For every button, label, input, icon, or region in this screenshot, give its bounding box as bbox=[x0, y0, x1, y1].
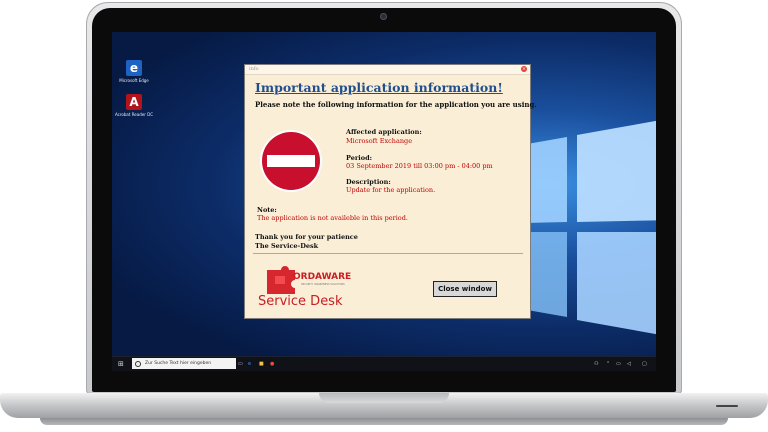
acrobat-icon: A bbox=[126, 94, 142, 110]
task-view-icon[interactable]: ▭ bbox=[238, 359, 243, 369]
period-value: 03 September 2019 till 03:00 pm - 04:00 … bbox=[346, 162, 493, 170]
notification-icon[interactable]: ▢ bbox=[642, 359, 647, 369]
thanks-text: Thank you for your patience The Service-… bbox=[255, 233, 358, 251]
cortana-icon bbox=[135, 360, 141, 367]
people-icon[interactable]: ⚇ bbox=[594, 359, 598, 369]
laptop-slot bbox=[716, 405, 738, 407]
volume-icon[interactable]: ◁ bbox=[627, 359, 631, 369]
edge-icon: e bbox=[126, 60, 142, 76]
close-icon[interactable]: × bbox=[521, 66, 527, 72]
laptop-notch bbox=[319, 393, 449, 403]
desktop-icon-edge[interactable]: e Microsoft Edge bbox=[114, 60, 154, 83]
description-label: Description: bbox=[346, 178, 391, 186]
logo-text: ORDAWARE bbox=[293, 272, 352, 282]
thanks-line-2: The Service-Desk bbox=[255, 242, 319, 250]
affected-label: Affected application: bbox=[346, 128, 422, 136]
thanks-line-1: Thank you for your patience bbox=[255, 233, 358, 241]
description-value: Update for the application. bbox=[346, 186, 436, 194]
service-desk-label: Service Desk bbox=[258, 294, 343, 309]
dialog-window-title: info bbox=[249, 66, 259, 72]
info-dialog: info × Important application information… bbox=[244, 64, 537, 319]
note-text: The application is not availeble in this… bbox=[257, 214, 408, 222]
desktop-icon-acrobat[interactable]: A Acrobat Reader DC bbox=[114, 94, 154, 117]
close-window-button[interactable]: Close window bbox=[433, 281, 497, 297]
taskbar: ⊞ Zur Suche Text hier eingeben ▭ e ■ ● ⚇… bbox=[112, 356, 656, 371]
search-placeholder: Zur Suche Text hier eingeben bbox=[145, 361, 212, 366]
dialog-titlebar: info × bbox=[245, 65, 530, 75]
affected-value: Microsoft Exchange bbox=[346, 137, 413, 145]
laptop-base-bottom bbox=[40, 418, 728, 425]
webcam bbox=[380, 13, 387, 20]
chrome-icon[interactable]: ● bbox=[270, 359, 274, 369]
desktop-icon-label: Acrobat Reader DC bbox=[115, 112, 153, 117]
desktop-icon-label: Microsoft Edge bbox=[119, 78, 149, 83]
dialog-divider bbox=[253, 253, 523, 254]
tray-up-icon[interactable]: ⌃ bbox=[606, 359, 610, 369]
taskbar-search-box[interactable]: Zur Suche Text hier eingeben bbox=[132, 358, 236, 369]
dialog-heading: Important application information! bbox=[255, 80, 503, 95]
network-icon[interactable]: ▭ bbox=[616, 359, 621, 369]
edge-taskbar-icon[interactable]: e bbox=[248, 359, 251, 369]
no-entry-icon bbox=[260, 130, 322, 192]
explorer-icon[interactable]: ■ bbox=[259, 359, 264, 369]
logo-subtext: SECURITY AWARENESS SOLUTIONS bbox=[301, 283, 345, 286]
start-button[interactable]: ⊞ bbox=[118, 359, 124, 369]
note-label: Note: bbox=[257, 206, 277, 214]
period-label: Period: bbox=[346, 154, 373, 162]
dialog-intro: Please note the following information fo… bbox=[255, 100, 537, 109]
